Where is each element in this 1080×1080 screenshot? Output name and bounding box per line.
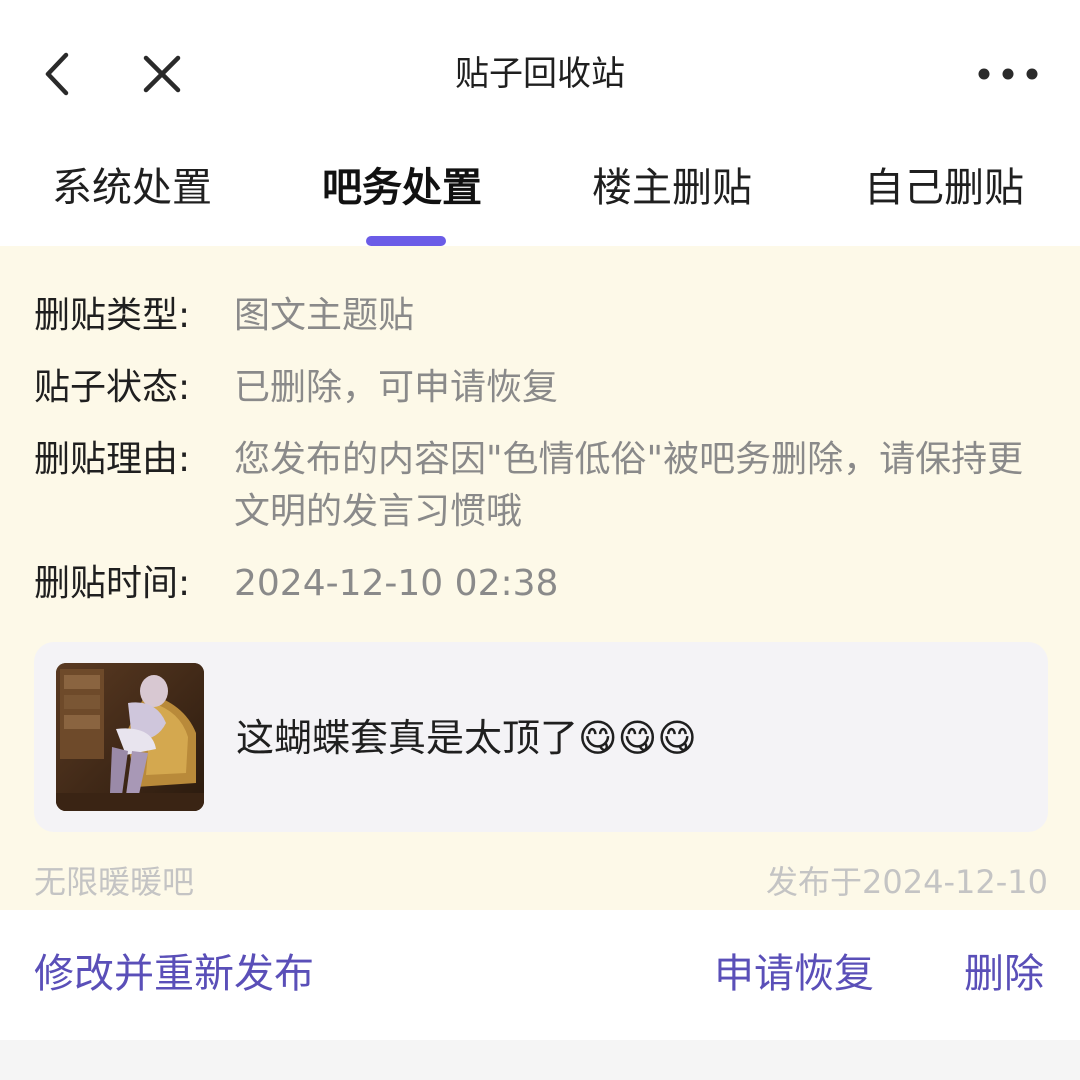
post-thumbnail bbox=[56, 663, 204, 811]
deletion-info-panel: 删贴类型: 图文主题贴 贴子状态: 已删除，可申请恢复 删贴理由: 您发布的内容… bbox=[0, 246, 1080, 910]
info-label: 删贴时间: bbox=[34, 563, 191, 604]
info-value: 2024-12-10 02:38 bbox=[234, 563, 559, 604]
bottom-divider bbox=[0, 1040, 1080, 1080]
info-row-status: 贴子状态: 已删除，可申请恢复 bbox=[34, 362, 1034, 414]
publish-date: 发布于2024-12-10 bbox=[766, 863, 1048, 901]
info-row-time: 删贴时间: 2024-12-10 02:38 bbox=[34, 558, 1034, 610]
action-bar: 修改并重新发布 申请恢复 删除 bbox=[0, 910, 1080, 1040]
tab-system-handling[interactable]: 系统处置 bbox=[52, 160, 212, 216]
tab-op-deleted[interactable]: 楼主删贴 bbox=[592, 160, 752, 216]
info-value: 已删除，可申请恢复 bbox=[234, 367, 559, 408]
post-preview-card[interactable]: 这蝴蝶套真是太顶了😋😋😋 bbox=[34, 642, 1048, 832]
tab-self-deleted[interactable]: 自己删贴 bbox=[864, 160, 1024, 216]
info-row-reason: 删贴理由: 您发布的内容因"色情低俗"被吧务删除，请保持更文明的发言习惯哦 bbox=[34, 434, 1034, 538]
active-tab-indicator bbox=[366, 236, 446, 246]
request-restore-button[interactable]: 申请恢复 bbox=[714, 946, 874, 1002]
more-horizontal-icon bbox=[978, 68, 1038, 80]
thumbnail-image bbox=[56, 663, 204, 811]
forum-name[interactable]: 无限暖暖吧 bbox=[34, 858, 194, 906]
top-bar: 贴子回收站 bbox=[0, 0, 1080, 150]
post-text: 这蝴蝶套真是太顶了😋😋😋 bbox=[236, 716, 697, 760]
info-label: 删贴理由: bbox=[34, 439, 191, 480]
edit-and-republish-button[interactable]: 修改并重新发布 bbox=[34, 946, 314, 1002]
page-title: 贴子回收站 bbox=[455, 54, 625, 94]
info-row-type: 删贴类型: 图文主题贴 bbox=[34, 290, 1034, 342]
more-button[interactable] bbox=[966, 44, 1050, 104]
info-label: 删贴类型: bbox=[34, 295, 191, 336]
info-label: 贴子状态: bbox=[34, 367, 191, 408]
info-value: 您发布的内容因"色情低俗"被吧务删除，请保持更文明的发言习惯哦 bbox=[234, 439, 1024, 532]
info-value: 图文主题贴 bbox=[234, 295, 415, 336]
tab-bar: 系统处置 吧务处置 楼主删贴 自己删贴 bbox=[0, 150, 1080, 246]
delete-button[interactable]: 删除 bbox=[964, 946, 1044, 1002]
tab-moderator-handling[interactable]: 吧务处置 bbox=[322, 160, 482, 216]
